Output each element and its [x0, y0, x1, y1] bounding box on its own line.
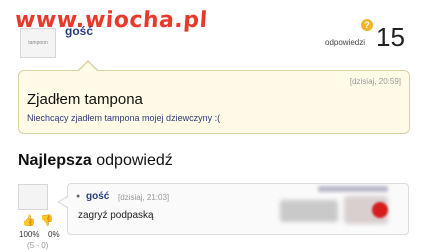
blurred-image [280, 200, 338, 222]
thumbs-up-icon[interactable]: 👍 [22, 214, 36, 227]
answer-tail-inner [59, 197, 68, 207]
answer-timestamp: [dzisiaj, 21:03] [118, 193, 170, 202]
question-bubble: [dzisiaj, 20:59] Zjadłem tampona Niechcą… [18, 70, 410, 134]
thumbs-down-icon[interactable]: 👎 [40, 214, 54, 227]
down-percent: 0% [48, 230, 60, 239]
answer-box: ● gość [dzisiaj, 21:03] zagryź podpaską [67, 183, 409, 235]
answer-avatar[interactable] [18, 184, 48, 210]
answers-count: 15 [376, 22, 405, 52]
question-timestamp: [dzisiaj, 20:59] [349, 77, 401, 86]
bullet-icon: ● [76, 193, 81, 200]
avatar-text: tampoon [28, 40, 48, 46]
vote-count: (5 - 0) [27, 241, 49, 250]
answers-label: odpowiedzi [325, 38, 366, 47]
answer-text: zagryź podpaską [78, 210, 154, 221]
answers-badge-icon: ? [361, 19, 373, 31]
question-username[interactable]: gość [65, 24, 93, 38]
answer-username[interactable]: gość [86, 191, 109, 202]
blurred-link [318, 186, 388, 192]
up-percent: 100% [19, 230, 40, 239]
blurred-red-mark [372, 202, 388, 218]
question-body: Niechcący zjadłem tampona mojej dziewczy… [27, 113, 221, 123]
bubble-tail-inner [79, 62, 97, 71]
question-title: Zjadłem tampona [27, 91, 143, 108]
best-answer-heading-bold: Najlepsza [18, 152, 92, 169]
best-answer-heading: Najlepsza odpowiedź [18, 152, 173, 170]
avatar[interactable]: tampoon [20, 28, 56, 58]
best-answer-heading-rest: odpowiedź [91, 152, 173, 169]
